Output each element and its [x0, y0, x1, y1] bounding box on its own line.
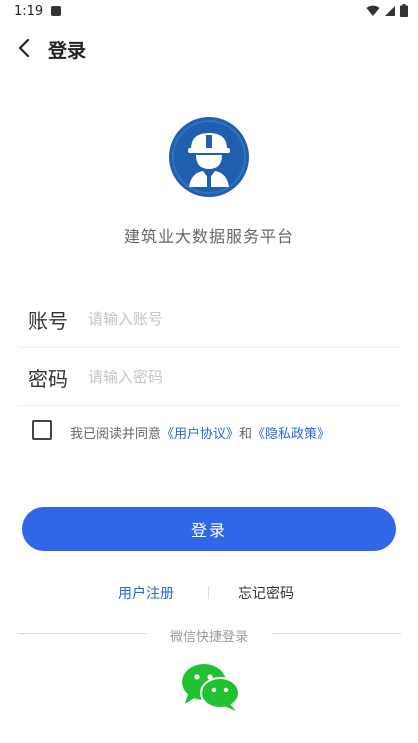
login-button[interactable]: 登录: [22, 507, 396, 551]
page-title: 登录: [48, 40, 87, 62]
nav-bar: 登录: [0, 28, 418, 68]
status-bar: 1:19: [0, 0, 418, 24]
links-row: 用户注册 忘记密码: [0, 583, 418, 603]
privacy-policy-link[interactable]: 《隐私政策》: [252, 427, 330, 442]
divider: [208, 586, 209, 599]
worker-logo-icon: [169, 117, 249, 197]
status-time: 1:19: [14, 4, 44, 19]
wechat-icon[interactable]: [180, 662, 240, 712]
agreement-text: 我已阅读并同意《用户协议》和《隐私政策》: [70, 423, 330, 442]
agreement-checkbox[interactable]: [32, 420, 52, 440]
notification-icon: [51, 6, 61, 16]
battery-icon: [400, 4, 408, 17]
app-name: 建筑业大数据服务平台: [123, 227, 294, 246]
agreement-prefix: 我已阅读并同意: [70, 427, 162, 442]
signal-icon: [385, 5, 395, 16]
forgot-password-link[interactable]: 忘记密码: [238, 583, 294, 603]
account-row: 账号: [18, 289, 400, 348]
wifi-icon: [366, 5, 380, 16]
password-row: 密码: [18, 347, 400, 406]
quick-login-divider: 微信快捷登录: [0, 626, 418, 645]
status-icons: [366, 4, 408, 17]
password-input[interactable]: [86, 361, 390, 393]
account-label: 账号: [28, 309, 68, 333]
back-arrow-icon[interactable]: [12, 34, 40, 62]
password-label: 密码: [28, 367, 68, 391]
quick-login-label: 微信快捷登录: [169, 630, 248, 645]
user-agreement-link[interactable]: 《用户协议》: [161, 427, 239, 442]
agreement-and: 和: [239, 427, 253, 442]
divider-line-right: [273, 633, 401, 634]
account-input[interactable]: [86, 303, 390, 335]
register-link[interactable]: 用户注册: [118, 583, 174, 603]
